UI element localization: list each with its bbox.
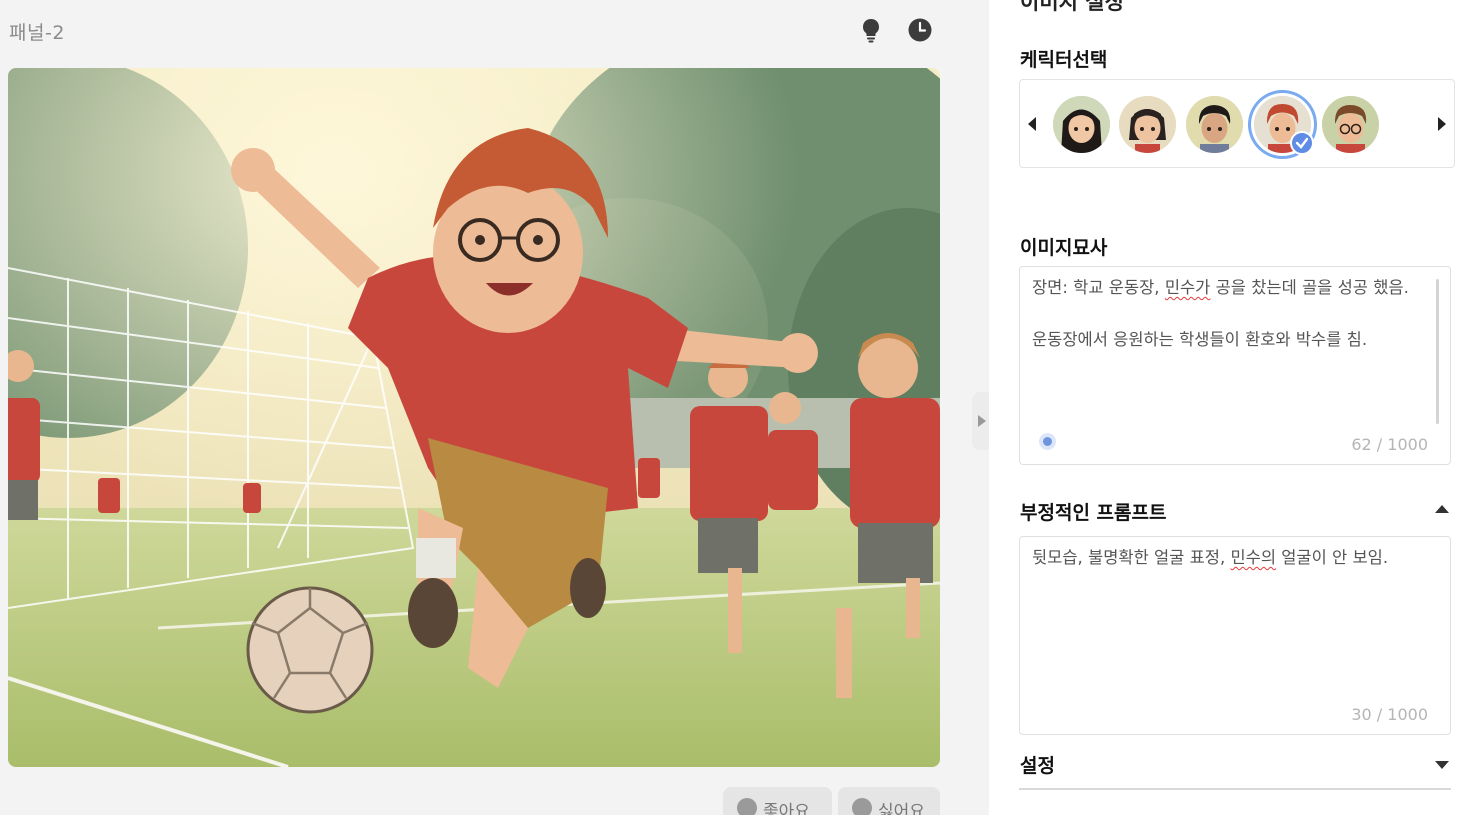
character-carousel bbox=[1019, 79, 1455, 168]
negative-prompt-label: 부정적인 프롬프트 bbox=[1020, 502, 1167, 524]
textarea-scrollbar[interactable] bbox=[1436, 279, 1439, 424]
character-select-label: 케릭터선택 bbox=[1020, 49, 1108, 71]
carousel-prev-icon[interactable] bbox=[1028, 117, 1036, 131]
dislike-label: 싫어요 bbox=[878, 802, 925, 815]
collapse-arrow-icon[interactable] bbox=[1435, 505, 1449, 513]
image-description-text: 장면: 학교 운동장, 민수가 공을 찼는데 골을 성공 했음. 운동장에서 응… bbox=[1032, 278, 1409, 349]
image-panel: 패널-2 좋아요 싫어요 bbox=[0, 0, 992, 815]
chevron-right-icon bbox=[978, 415, 986, 427]
image-description-textarea[interactable]: 장면: 학교 운동장, 민수가 공을 찼는데 골을 성공 했음. 운동장에서 응… bbox=[1019, 266, 1451, 465]
image-description-counter: 62 / 1000 bbox=[1351, 435, 1428, 454]
settings-panel: 이미지 설정 케릭터선택 이미지묘사 장면: 학교 운동장, 민수가 공을 찼는… bbox=[989, 0, 1468, 815]
smile-icon bbox=[737, 798, 757, 815]
clock-icon[interactable] bbox=[907, 17, 933, 43]
dislike-button[interactable]: 싫어요 bbox=[838, 787, 940, 815]
avatar-boy-glasses[interactable] bbox=[1322, 96, 1379, 153]
settings-label: 설정 bbox=[1020, 755, 1055, 777]
section-title: 이미지 설정 bbox=[1020, 0, 1124, 14]
expand-arrow-icon[interactable] bbox=[1435, 761, 1449, 769]
avatar-girl-short-hair[interactable] bbox=[1119, 96, 1176, 153]
negative-prompt-text: 뒷모습, 불명확한 얼굴 표정, 민수의 얼굴이 안 보임. bbox=[1032, 548, 1389, 567]
negative-prompt-counter: 30 / 1000 bbox=[1351, 705, 1428, 724]
lightbulb-icon[interactable] bbox=[858, 17, 884, 43]
image-description-label: 이미지묘사 bbox=[1020, 237, 1108, 259]
panel-title: 패널-2 bbox=[9, 22, 65, 44]
like-label: 좋아요 bbox=[763, 802, 810, 815]
avatar-boy-dark-curly[interactable] bbox=[1186, 96, 1243, 153]
frown-icon bbox=[852, 798, 872, 815]
carousel-next-icon[interactable] bbox=[1438, 117, 1446, 131]
avatar-girl-long-hair[interactable] bbox=[1053, 96, 1110, 153]
selected-check-icon bbox=[1290, 131, 1314, 155]
divider bbox=[1019, 788, 1451, 790]
assist-icon[interactable] bbox=[1039, 433, 1056, 450]
like-button[interactable]: 좋아요 bbox=[723, 787, 832, 815]
negative-prompt-textarea[interactable]: 뒷모습, 불명확한 얼굴 표정, 민수의 얼굴이 안 보임. 30 / 1000 bbox=[1019, 536, 1451, 735]
generated-image bbox=[8, 68, 940, 767]
